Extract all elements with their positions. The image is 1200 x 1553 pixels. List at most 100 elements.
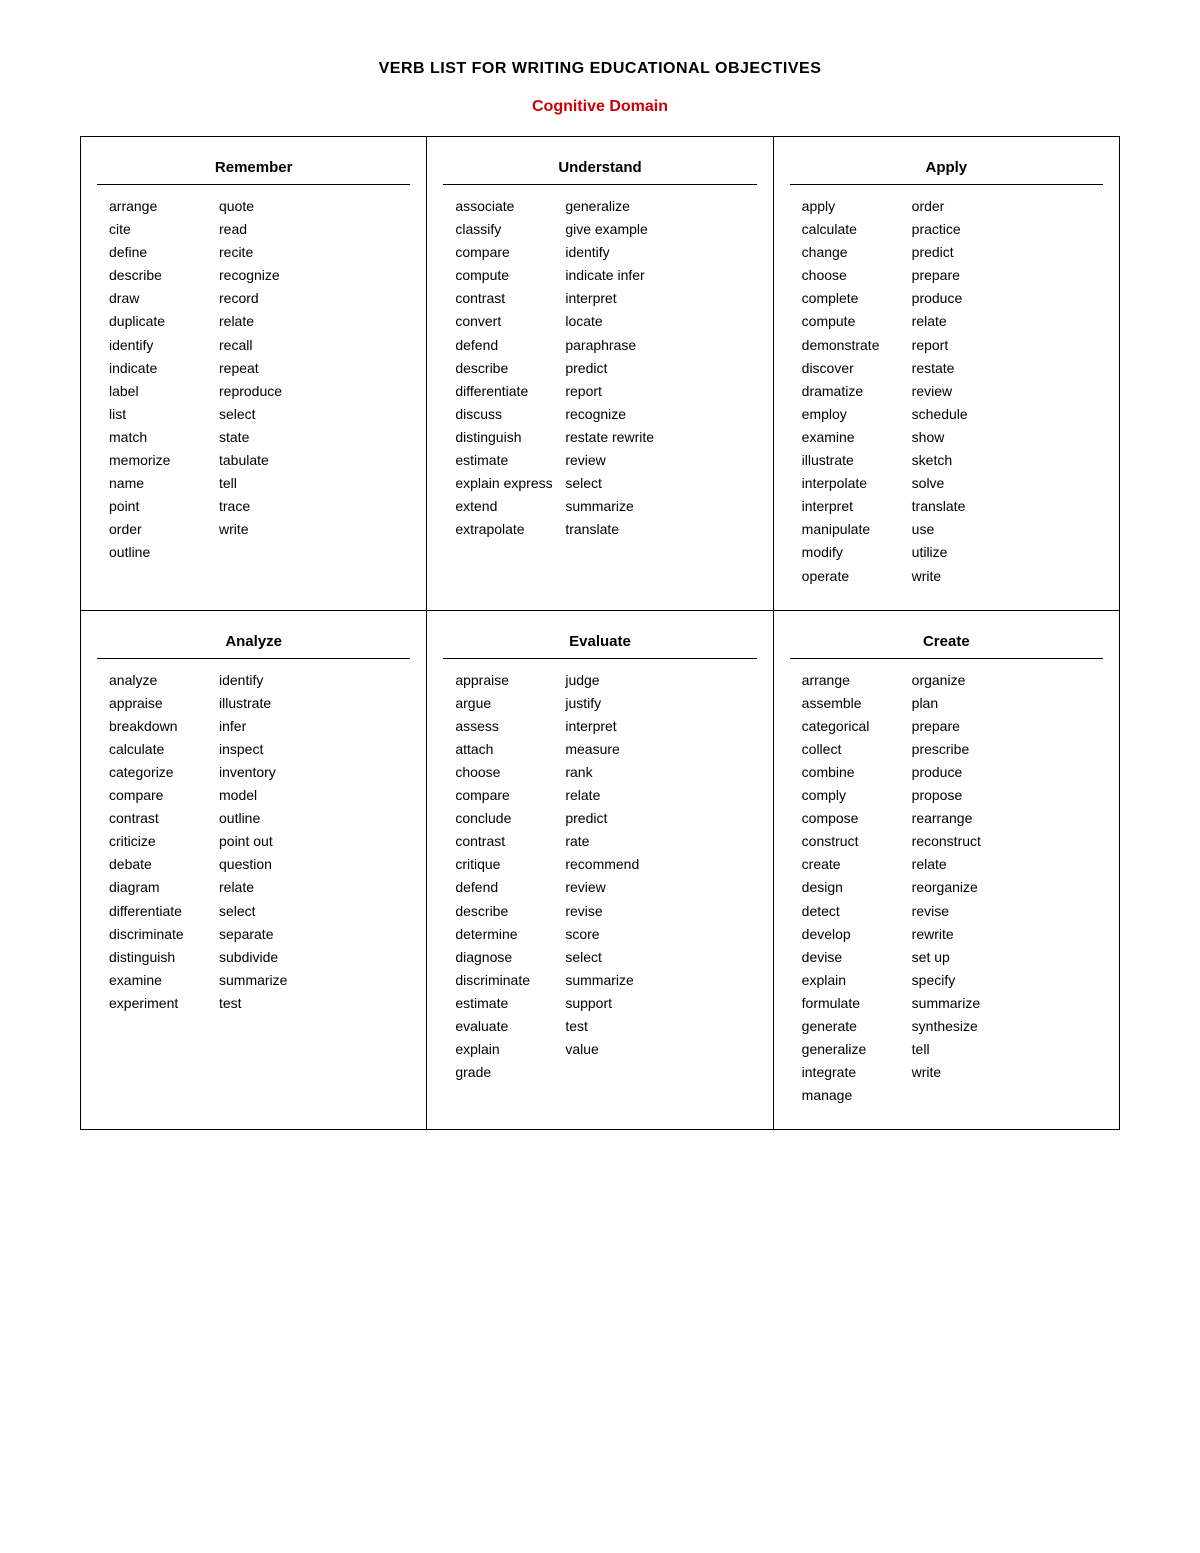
word-item: utilize: [912, 541, 1022, 564]
remember-col1: arrangecitedefinedescribedrawduplicateid…: [109, 195, 219, 565]
word-item: organize: [912, 669, 1022, 692]
word-item: rate: [565, 830, 675, 853]
word-item: specify: [912, 969, 1022, 992]
word-item: solve: [912, 472, 1022, 495]
word-item: analyze: [109, 669, 219, 692]
word-item: repeat: [219, 357, 329, 380]
word-item: tell: [912, 1038, 1022, 1061]
create-col1: arrangeassemblecategoricalcollectcombine…: [802, 669, 912, 1108]
word-item: experiment: [109, 992, 219, 1015]
word-item: categorical: [802, 715, 912, 738]
word-item: explain express: [455, 472, 565, 495]
word-item: recognize: [219, 264, 329, 287]
evaluate-header: Evaluate: [443, 623, 756, 659]
word-item: set up: [912, 946, 1022, 969]
word-item: question: [219, 853, 329, 876]
word-item: interpolate: [802, 472, 912, 495]
apply-words: applycalculatechangechoosecompletecomput…: [790, 185, 1103, 598]
word-item: value: [565, 1038, 675, 1061]
word-item: illustrate: [802, 449, 912, 472]
word-item: review: [912, 380, 1022, 403]
word-item: paraphrase: [565, 334, 675, 357]
word-item: give example: [565, 218, 675, 241]
word-item: subdivide: [219, 946, 329, 969]
word-item: define: [109, 241, 219, 264]
word-item: determine: [455, 923, 565, 946]
word-item: use: [912, 518, 1022, 541]
word-item: prepare: [912, 715, 1022, 738]
word-item: relate: [565, 784, 675, 807]
word-item: relate: [219, 310, 329, 333]
apply-col1: applycalculatechangechoosecompletecomput…: [802, 195, 912, 588]
word-item: manage: [802, 1084, 912, 1107]
word-item: test: [219, 992, 329, 1015]
word-item: relate: [219, 876, 329, 899]
word-item: schedule: [912, 403, 1022, 426]
word-item: employ: [802, 403, 912, 426]
word-item: calculate: [109, 738, 219, 761]
create-words: arrangeassemblecategoricalcollectcombine…: [790, 659, 1103, 1118]
word-item: revise: [565, 900, 675, 923]
word-item: develop: [802, 923, 912, 946]
word-item: operate: [802, 565, 912, 588]
word-item: write: [912, 1061, 1022, 1084]
word-item: separate: [219, 923, 329, 946]
word-item: differentiate: [455, 380, 565, 403]
word-item: contrast: [109, 807, 219, 830]
word-item: calculate: [802, 218, 912, 241]
analyze-col2: identifyillustrateinferinspectinventorym…: [219, 669, 329, 1015]
word-item: report: [912, 334, 1022, 357]
create-cell: Create arrangeassemblecategoricalcollect…: [773, 610, 1119, 1130]
word-item: create: [802, 853, 912, 876]
word-item: recite: [219, 241, 329, 264]
word-item: contrast: [455, 287, 565, 310]
word-item: grade: [455, 1061, 565, 1084]
word-item: inventory: [219, 761, 329, 784]
word-item: label: [109, 380, 219, 403]
word-item: demonstrate: [802, 334, 912, 357]
word-item: describe: [455, 357, 565, 380]
word-item: contrast: [455, 830, 565, 853]
word-item: sketch: [912, 449, 1022, 472]
word-item: differentiate: [109, 900, 219, 923]
word-item: review: [565, 876, 675, 899]
word-item: select: [219, 403, 329, 426]
word-item: conclude: [455, 807, 565, 830]
word-item: summarize: [565, 969, 675, 992]
word-item: indicate infer: [565, 264, 675, 287]
word-item: categorize: [109, 761, 219, 784]
word-item: inspect: [219, 738, 329, 761]
word-item: attach: [455, 738, 565, 761]
word-item: detect: [802, 900, 912, 923]
word-item: extend: [455, 495, 565, 518]
word-item: identify: [109, 334, 219, 357]
word-item: tell: [219, 472, 329, 495]
remember-header: Remember: [97, 149, 410, 185]
word-item: interpret: [565, 715, 675, 738]
word-item: rearrange: [912, 807, 1022, 830]
word-item: examine: [109, 969, 219, 992]
word-item: compare: [455, 241, 565, 264]
word-item: translate: [912, 495, 1022, 518]
word-item: justify: [565, 692, 675, 715]
page-title: VERB LIST FOR WRITING EDUCATIONAL OBJECT…: [379, 60, 822, 78]
word-item: defend: [455, 876, 565, 899]
word-item: outline: [219, 807, 329, 830]
word-item: estimate: [455, 449, 565, 472]
word-item: show: [912, 426, 1022, 449]
word-item: interpret: [802, 495, 912, 518]
word-item: state: [219, 426, 329, 449]
analyze-header: Analyze: [97, 623, 410, 659]
word-item: order: [912, 195, 1022, 218]
word-item: report: [565, 380, 675, 403]
word-item: plan: [912, 692, 1022, 715]
word-item: predict: [912, 241, 1022, 264]
word-item: complete: [802, 287, 912, 310]
word-item: rank: [565, 761, 675, 784]
word-item: appraise: [455, 669, 565, 692]
word-item: diagram: [109, 876, 219, 899]
word-item: summarize: [219, 969, 329, 992]
evaluate-cell: Evaluate appraiseargueassessattachchoose…: [427, 610, 773, 1130]
word-item: describe: [455, 900, 565, 923]
word-item: model: [219, 784, 329, 807]
